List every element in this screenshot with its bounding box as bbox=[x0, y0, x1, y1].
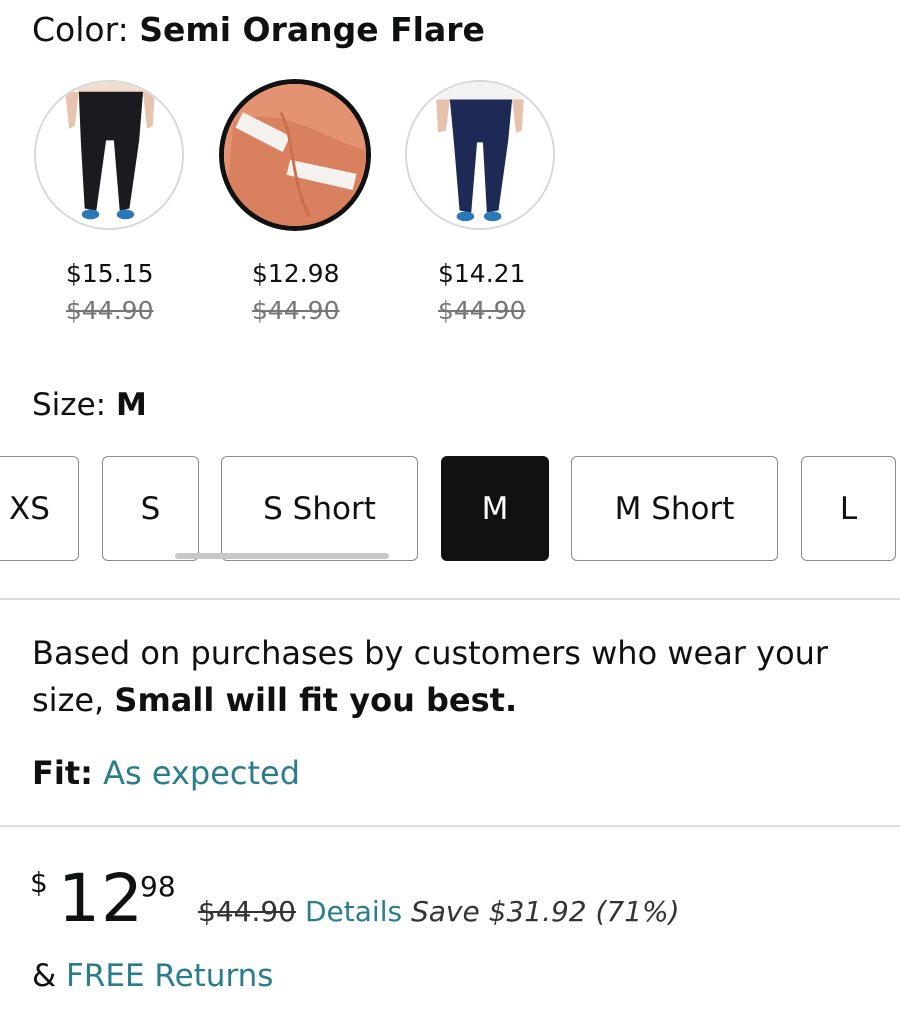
black-leggings-image bbox=[36, 82, 182, 228]
size-value: M bbox=[115, 387, 147, 423]
price-whole: 12 bbox=[58, 860, 144, 937]
color-label-key: Color: bbox=[32, 10, 140, 49]
swatch-list-price: $44.90 bbox=[438, 296, 526, 325]
free-returns-link[interactable]: FREE Returns bbox=[66, 958, 273, 994]
navy-leggings-image bbox=[407, 82, 553, 228]
size-option-xs[interactable]: XS bbox=[0, 456, 79, 561]
swatch-list-price: $44.90 bbox=[252, 296, 340, 325]
size-option-s-short[interactable]: S Short bbox=[221, 456, 418, 561]
divider bbox=[0, 598, 900, 600]
size-label-key: Size: bbox=[32, 387, 116, 423]
size-label: Size: M bbox=[32, 387, 147, 423]
size-option-m-short[interactable]: M Short bbox=[571, 456, 778, 561]
color-label: Color: Semi Orange Flare bbox=[32, 10, 485, 49]
color-value: Semi Orange Flare bbox=[139, 10, 485, 49]
fit-label: Fit: bbox=[32, 754, 93, 792]
price-fraction: 98 bbox=[140, 870, 176, 903]
swatch-list-price: $44.90 bbox=[66, 296, 154, 325]
color-swatch-navy[interactable] bbox=[405, 80, 555, 230]
returns-row: & FREE Returns bbox=[32, 958, 273, 994]
details-link[interactable]: Details bbox=[305, 895, 402, 928]
color-swatch-black[interactable] bbox=[34, 80, 184, 230]
color-swatch-semi-orange-flare[interactable] bbox=[219, 79, 371, 231]
size-option-l[interactable]: L bbox=[801, 456, 896, 561]
swatch-price: $15.15 bbox=[66, 259, 154, 288]
fit-recommendation-bold: Small will fit you best. bbox=[114, 681, 518, 719]
size-option-s[interactable]: S bbox=[102, 456, 199, 561]
swatch-price: $14.21 bbox=[438, 259, 526, 288]
list-price: $44.90 bbox=[198, 895, 296, 928]
price-currency: $ bbox=[30, 866, 48, 899]
returns-prefix: & bbox=[32, 958, 67, 994]
fit-recommendation: Based on purchases by customers who wear… bbox=[32, 630, 872, 724]
orange-leggings-image bbox=[224, 84, 366, 226]
divider bbox=[0, 825, 900, 827]
size-scrollbar[interactable] bbox=[175, 553, 389, 559]
fit-row: Fit: As expected bbox=[32, 754, 300, 792]
savings-text: Save $31.92 (71%) bbox=[411, 895, 680, 928]
fit-value-link[interactable]: As expected bbox=[103, 754, 300, 792]
swatch-price: $12.98 bbox=[252, 259, 340, 288]
size-option-m[interactable]: M bbox=[441, 456, 549, 561]
